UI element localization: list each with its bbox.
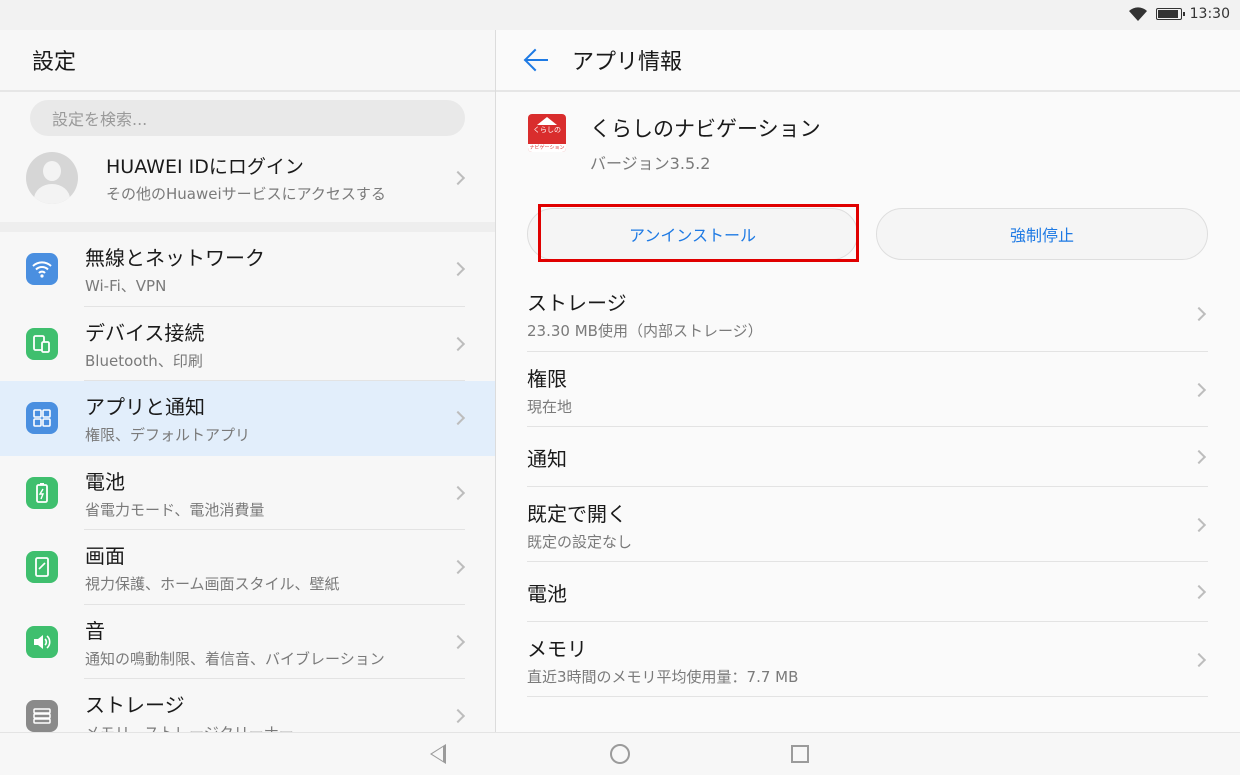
menu-item-sound[interactable]: 音 通知の鳴動制限、着信音、バイブレーション [0,605,495,679]
menu-item-subtitle: 省電力モード、電池消費量 [85,500,265,519]
settings-title: 設定 [0,30,495,92]
app-logo-icon: くらしの ナビゲーション [528,114,566,152]
device-connection-icon [26,327,58,360]
chevron-right-icon [450,709,466,724]
settings-search-input[interactable]: 設定を検索... [30,100,465,136]
account-title: HUAWEI IDにログイン [106,156,304,178]
info-row-subtitle: 直近3時間のメモリ平均使用量：7.7 MB [527,667,799,686]
menu-item-title: 画面 [85,544,125,569]
info-row-battery[interactable]: 電池 [496,562,1240,622]
info-row-open-by-default[interactable]: 既定で開く 既定の設定なし [496,487,1240,562]
menu-item-title: ストレージ [85,693,185,718]
settings-panel: 設定 設定を検索... HUAWEI IDにログイン その他のHuaweiサービ… [0,30,495,732]
menu-item-title: 無線とネットワーク [85,246,265,271]
chevron-right-icon [450,262,466,277]
menu-item-apps-notifications[interactable]: アプリと通知 権限、デフォルトアプリ [0,381,495,456]
chevron-right-icon [450,170,466,186]
storage-icon [26,700,58,732]
menu-item-subtitle: メモリ、ストレージクリーナー [85,722,294,732]
nav-back-icon[interactable] [430,744,446,764]
info-row-permissions[interactable]: 権限 現在地 [496,352,1240,427]
menu-item-title: アプリと通知 [85,395,205,420]
menu-item-storage[interactable]: ストレージ メモリ、ストレージクリーナー [0,679,495,732]
menu-item-subtitle: Wi-Fi、VPN [85,277,167,296]
info-row-title: メモリ [527,636,587,661]
chevron-right-icon [450,485,466,500]
wifi-status-icon [1128,7,1147,21]
info-row-subtitle: 既定の設定なし [527,532,633,551]
app-info-header: アプリ情報 [496,30,1240,92]
sound-icon [26,625,58,658]
app-info-list: ストレージ 23.30 MB使用（内部ストレージ） 権限 現在地 通知 既定で開… [496,276,1240,697]
menu-item-title: 電池 [85,469,125,494]
section-divider [0,222,495,232]
chevron-right-icon [450,560,466,575]
huawei-id-login[interactable]: HUAWEI IDにログイン その他のHuaweiサービスにアクセスする [0,136,495,220]
info-row-memory[interactable]: メモリ 直近3時間のメモリ平均使用量：7.7 MB [496,622,1240,697]
info-row-title: ストレージ [527,291,627,315]
app-version: バージョン3.5.2 [590,154,711,173]
info-row-storage[interactable]: ストレージ 23.30 MB使用（内部ストレージ） [496,276,1240,352]
info-row-title: 既定で開く [527,501,627,526]
menu-item-battery[interactable]: 電池 省電力モード、電池消費量 [0,456,495,530]
status-time: 13:30 [1189,6,1230,22]
avatar-icon [26,152,78,204]
chevron-right-icon [450,336,466,351]
chevron-right-icon [450,411,466,426]
menu-item-device-connection[interactable]: デバイス接続 Bluetooth、印刷 [0,307,495,381]
menu-item-display[interactable]: 画面 視力保護、ホーム画面スタイル、壁紙 [0,530,495,605]
back-arrow-icon[interactable] [524,47,550,73]
menu-item-title: 音 [85,618,105,643]
status-bar: 13:30 [0,0,1240,30]
info-row-subtitle: 23.30 MB使用（内部ストレージ） [527,322,763,340]
nav-recent-apps-icon[interactable] [791,745,809,763]
app-info-title: アプリ情報 [572,50,683,75]
info-row-notifications[interactable]: 通知 [496,427,1240,487]
info-row-title: 電池 [527,581,567,606]
menu-item-wireless-network[interactable]: 無線とネットワーク Wi-Fi、VPN [0,232,495,307]
menu-item-title: デバイス接続 [85,320,205,345]
battery-icon [26,476,58,509]
settings-menu-list: 無線とネットワーク Wi-Fi、VPN デバイス接続 Bluetooth、印刷 [0,232,495,732]
app-info-panel: アプリ情報 くらしの ナビゲーション くらしのナビゲーション バージョン3.5.… [496,30,1240,732]
info-row-subtitle: 現在地 [527,397,573,416]
menu-item-subtitle: Bluetooth、印刷 [85,351,203,370]
info-row-title: 通知 [527,446,567,471]
menu-item-subtitle: 通知の鳴動制限、着信音、バイブレーション [85,649,385,668]
nav-home-icon[interactable] [610,744,630,764]
wifi-icon [26,253,58,286]
display-icon [26,551,58,584]
chevron-right-icon [450,634,466,649]
battery-status-icon [1155,8,1185,20]
search-placeholder: 設定を検索... [52,110,148,129]
force-stop-button[interactable]: 強制停止 [876,208,1208,260]
app-summary: くらしの ナビゲーション くらしのナビゲーション バージョン3.5.2 [496,92,1240,182]
info-row-title: 権限 [527,366,567,391]
menu-item-subtitle: 視力保護、ホーム画面スタイル、壁紙 [85,575,340,594]
app-name: くらしのナビゲーション [590,117,821,141]
uninstall-button[interactable]: アンインストール [527,208,858,260]
system-navigation-bar [0,732,1240,775]
apps-icon [26,402,58,435]
menu-item-subtitle: 権限、デフォルトアプリ [85,426,251,445]
account-subtitle: その他のHuaweiサービスにアクセスする [106,185,386,203]
